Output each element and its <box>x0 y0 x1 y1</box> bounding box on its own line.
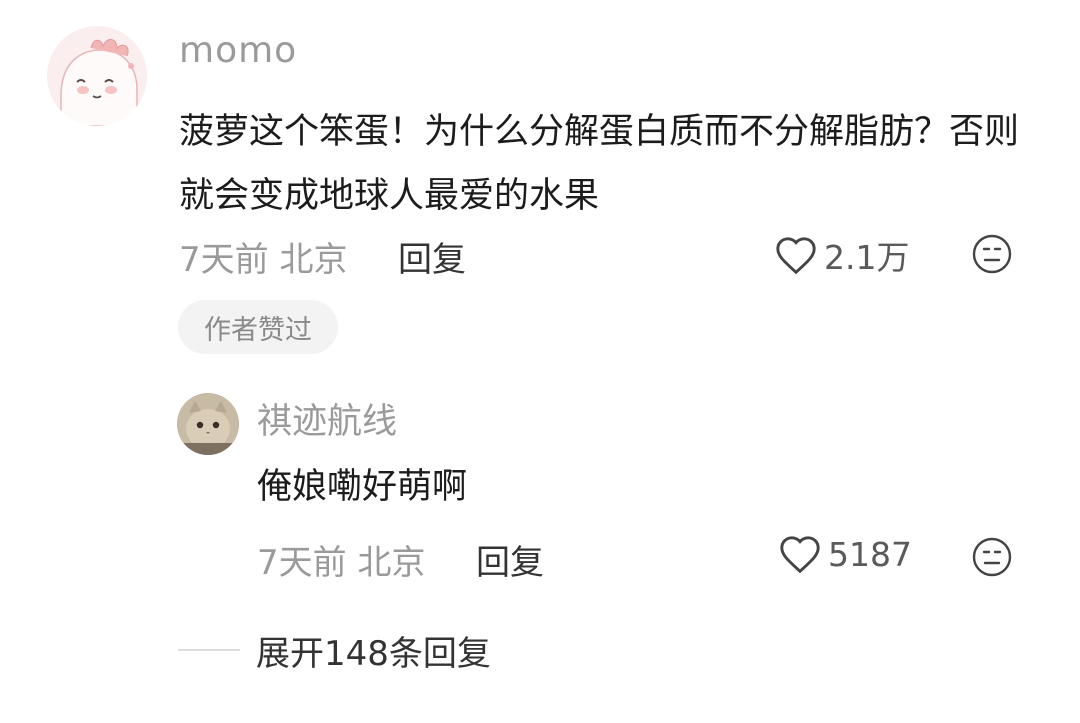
expand-divider <box>178 649 240 651</box>
comment-like-button[interactable]: 2.1万 <box>774 231 909 279</box>
reply-like-button[interactable]: 5187 <box>778 534 912 574</box>
comment-dislike-button[interactable] <box>971 233 1013 275</box>
reply-dislike-button[interactable] <box>971 536 1013 578</box>
meh-face-icon <box>972 234 1012 274</box>
comment-username[interactable]: momo <box>179 30 297 71</box>
meh-face-icon <box>972 537 1012 577</box>
reply-text: 俺娘嘞好萌啊 <box>257 467 468 507</box>
user-avatar-reply[interactable] <box>177 393 239 455</box>
heart-outline-icon <box>776 237 816 275</box>
reply-like-count: 5187 <box>828 534 912 574</box>
heart-outline-icon <box>780 536 820 574</box>
user-avatar-momo[interactable] <box>47 26 147 126</box>
reply-time-location: 7天前 北京 <box>257 543 426 583</box>
author-liked-badge: 作者赞过 <box>178 300 338 354</box>
reply-username[interactable]: 祺迹航线 <box>257 393 397 444</box>
comment-time-location: 7天前 北京 <box>179 240 348 280</box>
reply-reply-button[interactable]: 回复 <box>476 535 544 584</box>
comment-reply-button[interactable]: 回复 <box>398 232 466 281</box>
expand-replies-button[interactable]: 展开148条回复 <box>256 626 491 675</box>
cat-avatar-image <box>177 393 239 455</box>
comment-text: 菠萝这个笨蛋！为什么分解蛋白质而不分解脂肪？否则就会变成地球人最爱的水果 <box>179 112 1020 216</box>
avatar-illustration <box>47 26 147 126</box>
comment-like-count: 2.1万 <box>824 238 910 277</box>
